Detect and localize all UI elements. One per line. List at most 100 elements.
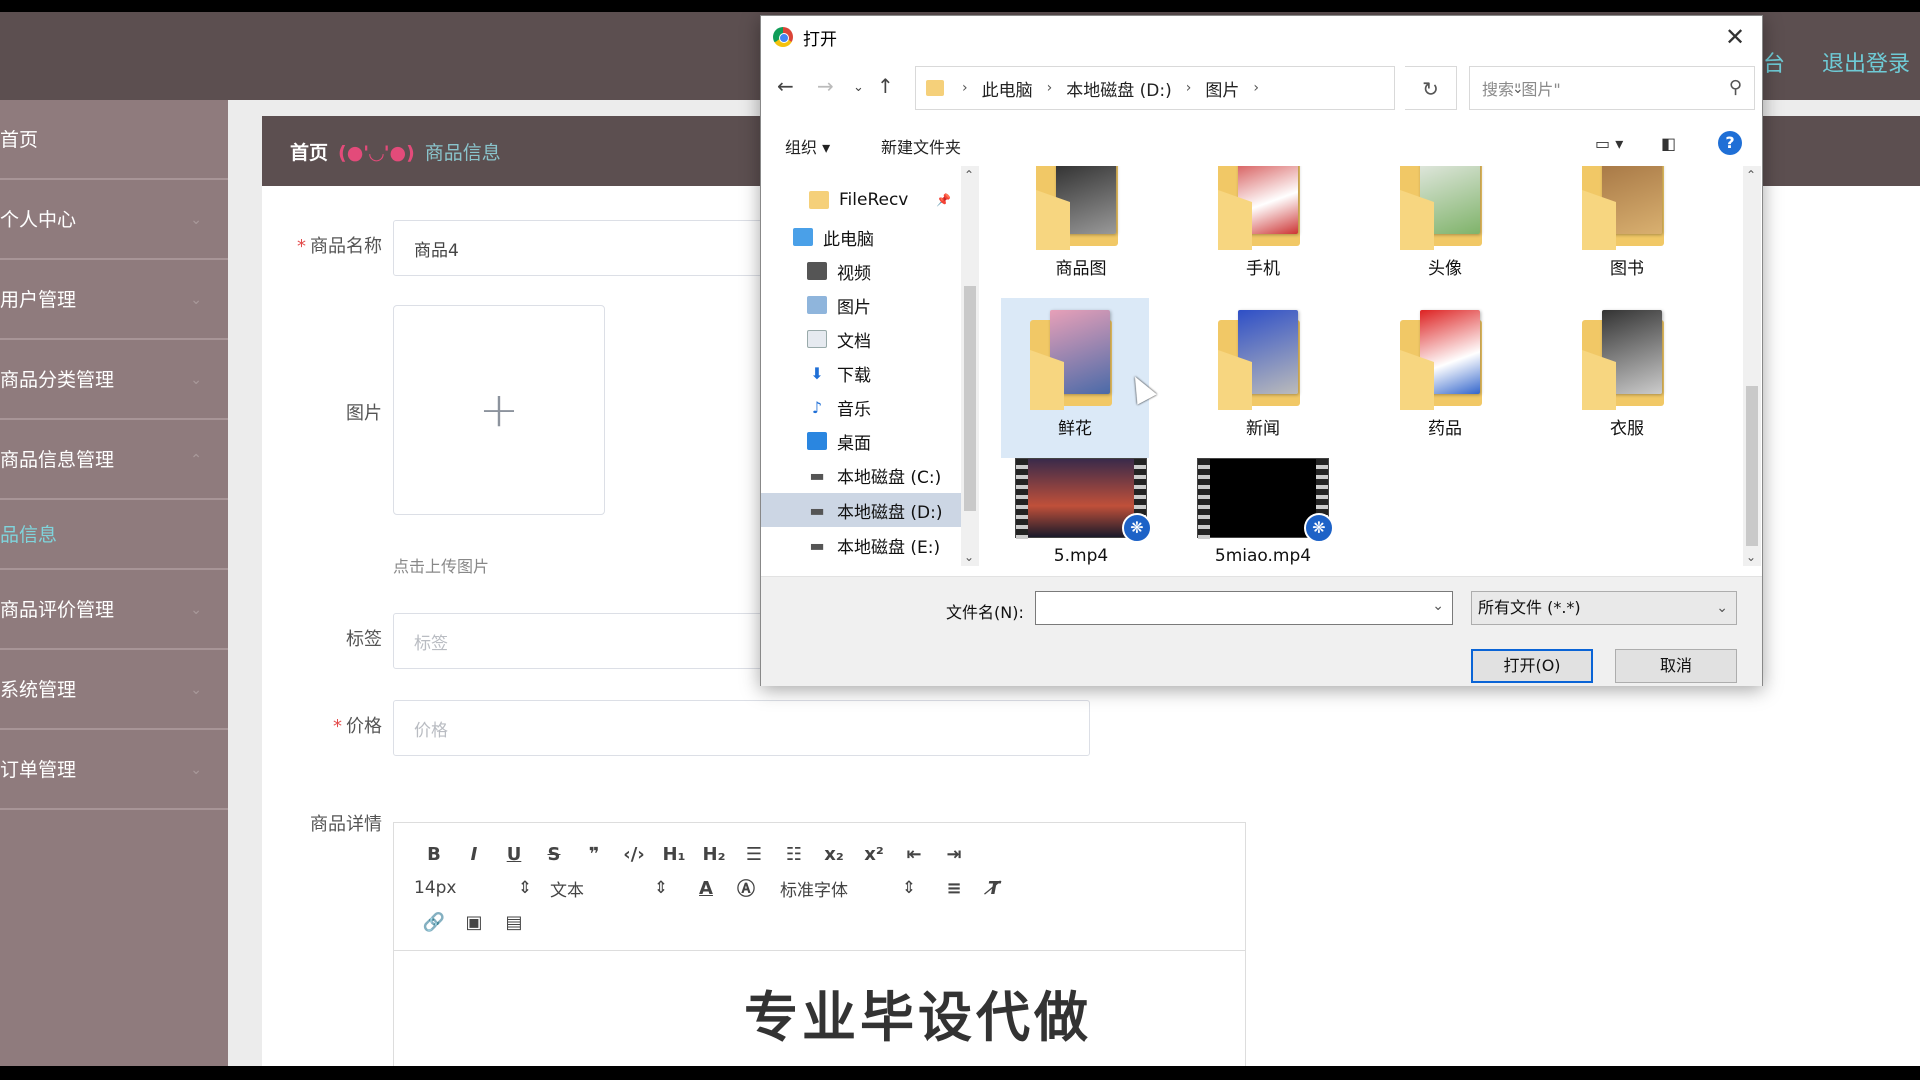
scroll-up-icon[interactable]: ⌃: [1746, 168, 1756, 182]
background-color-icon[interactable]: Ⓐ: [726, 875, 766, 901]
scroll-down-icon[interactable]: ⌄: [964, 550, 974, 564]
open-button[interactable]: 打开(O): [1471, 649, 1593, 683]
file-list-scrollbar[interactable]: ⌃ ⌄: [1743, 166, 1761, 566]
tree-item-pictures[interactable]: 图片: [807, 291, 961, 319]
dialog-command-bar: 组织 ▾ 新建文件夹 ▭ ▾ ◧ ?: [761, 124, 1762, 162]
sidebar-subitem-product-info[interactable]: 品信息: [0, 500, 228, 570]
link-icon[interactable]: 🔗: [414, 912, 454, 933]
breadcrumb-home[interactable]: 首页: [290, 142, 328, 164]
bold-icon[interactable]: B: [414, 844, 454, 865]
tree-item-documents[interactable]: 文档: [807, 325, 961, 353]
block-type-value: 文本: [550, 880, 584, 901]
block-type-select[interactable]: 文本 ⇕: [550, 876, 668, 901]
rich-text-editor[interactable]: B I U S ❞ ‹/› H₁ H₂ ☰ ☷ x₂ x² ⇤ ⇥ 14px ⇕: [393, 822, 1246, 1066]
organize-label: 组织: [785, 138, 818, 157]
back-arrow-icon[interactable]: ←: [777, 74, 794, 98]
filename-input[interactable]: ⌄: [1035, 591, 1453, 625]
indent-icon[interactable]: ⇥: [934, 844, 974, 865]
bullet-list-icon[interactable]: ☷: [774, 844, 814, 865]
tree-item-drive-d[interactable]: ▬ 本地磁盘 (D:): [761, 493, 961, 527]
address-bar[interactable]: › 此电脑 › 本地磁盘 (D:) › 图片 › ⌄: [915, 66, 1524, 110]
tree-item-this-pc[interactable]: 此电脑: [793, 223, 961, 251]
tree-item-filerecv[interactable]: FileRecv 📌: [809, 186, 959, 214]
plus-icon: +: [478, 382, 520, 438]
file-item-folder[interactable]: 商品图: [1007, 166, 1155, 279]
view-options-icon[interactable]: ▭ ▾: [1595, 134, 1623, 153]
sidebar-item-system-management[interactable]: 系统管理 ⌄: [0, 650, 228, 730]
strikethrough-icon[interactable]: S: [534, 844, 574, 865]
new-folder-button[interactable]: 新建文件夹: [881, 134, 961, 158]
top-nav-backend-link[interactable]: 台: [1763, 52, 1785, 77]
heading1-icon[interactable]: H₁: [654, 844, 694, 865]
font-family-select[interactable]: 标准字体 ⇕: [780, 876, 916, 901]
file-item-folder[interactable]: 衣服: [1553, 310, 1701, 460]
tree-scrollbar[interactable]: ⌃ ⌄: [961, 166, 979, 566]
subscript-icon[interactable]: x₂: [814, 844, 854, 865]
file-item-folder[interactable]: 药品: [1371, 310, 1519, 460]
chevron-up-icon: ⌃: [190, 452, 202, 468]
refresh-icon[interactable]: ↻: [1405, 66, 1457, 110]
organize-button[interactable]: 组织 ▾: [785, 134, 830, 158]
sidebar-item-home[interactable]: 首页: [0, 100, 228, 180]
ordered-list-icon[interactable]: ☰: [734, 844, 774, 865]
heading2-icon[interactable]: H₂: [694, 844, 734, 865]
image-upload-box[interactable]: +: [393, 305, 605, 515]
file-item-folder[interactable]: 头像: [1371, 166, 1519, 279]
sidebar-item-product-management[interactable]: 商品信息管理 ⌃: [0, 420, 228, 500]
path-segment[interactable]: 图片: [1205, 76, 1239, 101]
superscript-icon[interactable]: x²: [854, 844, 894, 865]
chevron-down-icon[interactable]: ⌄: [1432, 598, 1444, 614]
forward-arrow-icon[interactable]: →: [817, 74, 834, 98]
tree-item-music[interactable]: ♪ 音乐: [807, 393, 961, 421]
sidebar-item-category-management[interactable]: 商品分类管理 ⌄: [0, 340, 228, 420]
tree-item-drive-c[interactable]: ▬ 本地磁盘 (C:): [807, 461, 961, 489]
scroll-up-icon[interactable]: ⌃: [964, 168, 974, 182]
clear-format-icon[interactable]: T̸: [974, 878, 1014, 899]
file-item-folder[interactable]: 新闻: [1189, 310, 1337, 460]
italic-icon[interactable]: I: [454, 844, 494, 865]
breadcrumb-current: 商品信息: [424, 142, 501, 164]
align-icon[interactable]: ≡: [934, 878, 974, 899]
search-input[interactable]: 搜索"图片" ⚲: [1469, 66, 1755, 110]
sidebar-item-order-management[interactable]: 订单管理 ⌄: [0, 730, 228, 810]
scrollbar-thumb[interactable]: [1746, 386, 1758, 546]
sidebar-item-label: 系统管理: [0, 679, 77, 701]
path-segment[interactable]: 此电脑: [982, 76, 1033, 101]
file-item-video[interactable]: ❋ 5.mp4: [1007, 458, 1155, 566]
font-color-icon[interactable]: A: [686, 878, 726, 899]
tree-item-label: FileRecv: [839, 190, 909, 210]
path-segment[interactable]: 本地磁盘 (D:): [1066, 76, 1172, 101]
drive-icon: ▬: [809, 500, 825, 520]
recent-locations-chevron-icon[interactable]: ⌄: [853, 80, 864, 95]
image-icon[interactable]: ▣: [454, 912, 494, 933]
underline-icon[interactable]: U: [494, 844, 534, 865]
file-item-video[interactable]: ❋ 5miao.mp4: [1189, 458, 1337, 566]
file-item-folder[interactable]: 图书: [1553, 166, 1701, 279]
price-input[interactable]: 价格: [393, 700, 1090, 756]
blockquote-icon[interactable]: ❞: [574, 844, 614, 865]
preview-pane-icon[interactable]: ◧: [1661, 134, 1676, 153]
filetype-select[interactable]: 所有文件 (*.*) ⌄: [1471, 591, 1737, 625]
chevron-down-icon: ⌄: [190, 292, 202, 308]
sidebar-item-review-management[interactable]: 商品评价管理 ⌄: [0, 570, 228, 650]
code-icon[interactable]: ‹/›: [614, 844, 654, 865]
scrollbar-thumb[interactable]: [964, 286, 976, 511]
tree-item-videos[interactable]: 视频: [807, 257, 961, 285]
help-icon[interactable]: ?: [1718, 131, 1742, 155]
close-icon[interactable]: ✕: [1718, 20, 1752, 54]
video-icon[interactable]: ▤: [494, 912, 534, 933]
sidebar-item-personal-center[interactable]: 个人中心 ⌄: [0, 180, 228, 260]
logout-link[interactable]: 退出登录: [1822, 52, 1910, 77]
file-item-folder[interactable]: 手机: [1189, 166, 1337, 279]
scroll-down-icon[interactable]: ⌄: [1746, 550, 1756, 564]
file-item-folder-selected[interactable]: 鲜花: [1001, 298, 1149, 458]
upload-hint: 点击上传图片: [393, 557, 490, 576]
outdent-icon[interactable]: ⇤: [894, 844, 934, 865]
tree-item-downloads[interactable]: ⬇ 下载: [807, 359, 961, 387]
cancel-button[interactable]: 取消: [1615, 649, 1737, 683]
font-size-select[interactable]: 14px ⇕: [414, 878, 532, 898]
up-arrow-icon[interactable]: ↑: [877, 74, 894, 98]
tree-item-drive-e[interactable]: ▬ 本地磁盘 (E:): [807, 531, 961, 559]
sidebar-item-user-management[interactable]: 用户管理 ⌄: [0, 260, 228, 340]
tree-item-desktop[interactable]: 桌面: [807, 427, 961, 455]
